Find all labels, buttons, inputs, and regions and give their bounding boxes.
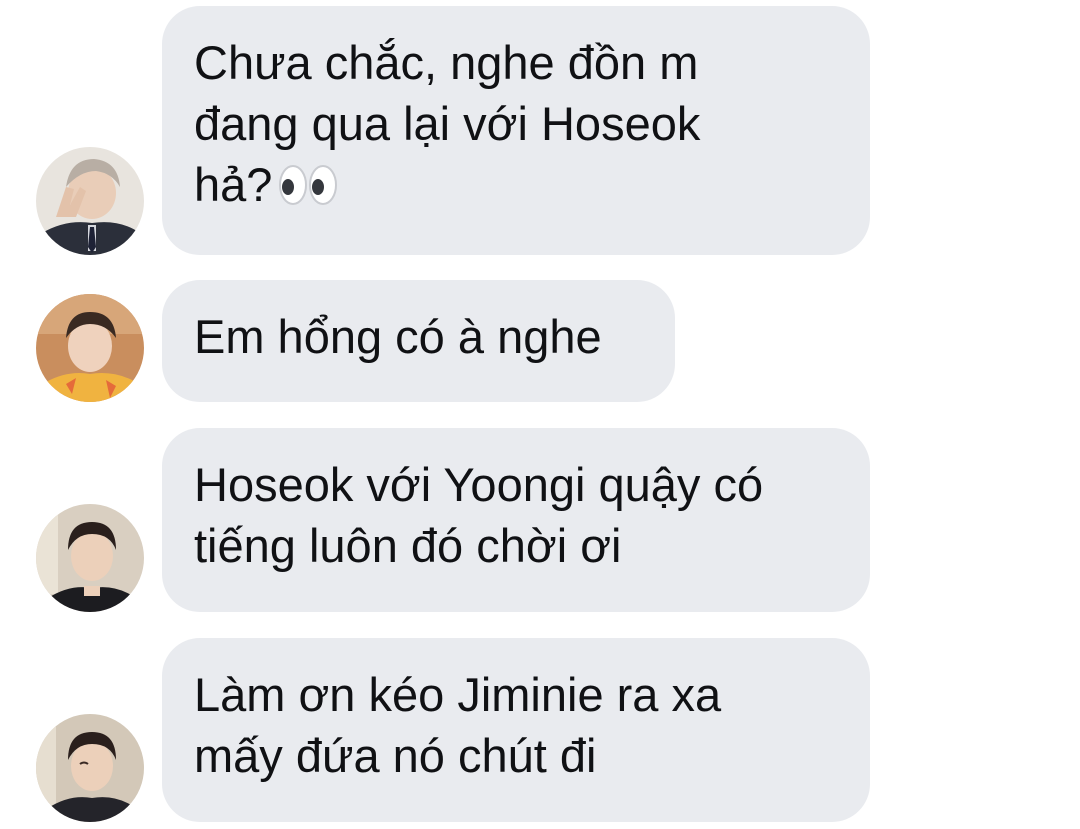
avatar-image (36, 147, 144, 255)
message-bubble[interactable]: Hoseok với Yoongi quậy có tiếng luôn đó … (162, 428, 870, 612)
message-bubble[interactable]: Làm ơn kéo Jiminie ra xa mấy đứa nó chút… (162, 638, 870, 822)
message-row: Hoseok với Yoongi quậy có tiếng luôn đó … (0, 420, 1080, 620)
sender-avatar[interactable] (36, 147, 144, 255)
message-text: Em hổng có à nghe (194, 310, 602, 363)
sender-avatar[interactable] (36, 294, 144, 402)
message-text: Hoseok với Yoongi quậy có tiếng luôn đó … (194, 458, 764, 572)
message-row: Em hổng có à nghe (0, 270, 1080, 410)
message-row: Chưa chắc, nghe đồn m đang qua lại với H… (0, 0, 1080, 260)
sender-avatar[interactable] (36, 504, 144, 612)
message-text: Làm ơn kéo Jiminie ra xa mấy đứa nó chút… (194, 668, 722, 782)
message-bubble[interactable]: Em hổng có à nghe (162, 280, 675, 402)
avatar-image (36, 714, 144, 822)
message-bubble[interactable]: Chưa chắc, nghe đồn m đang qua lại với H… (162, 6, 870, 255)
message-row: Làm ơn kéo Jiminie ra xa mấy đứa nó chút… (0, 630, 1080, 829)
avatar-image (36, 504, 144, 612)
message-text: Chưa chắc, nghe đồn m đang qua lại với H… (194, 36, 701, 211)
eyes-icon (278, 160, 338, 205)
sender-avatar[interactable] (36, 714, 144, 822)
avatar-image (36, 294, 144, 402)
